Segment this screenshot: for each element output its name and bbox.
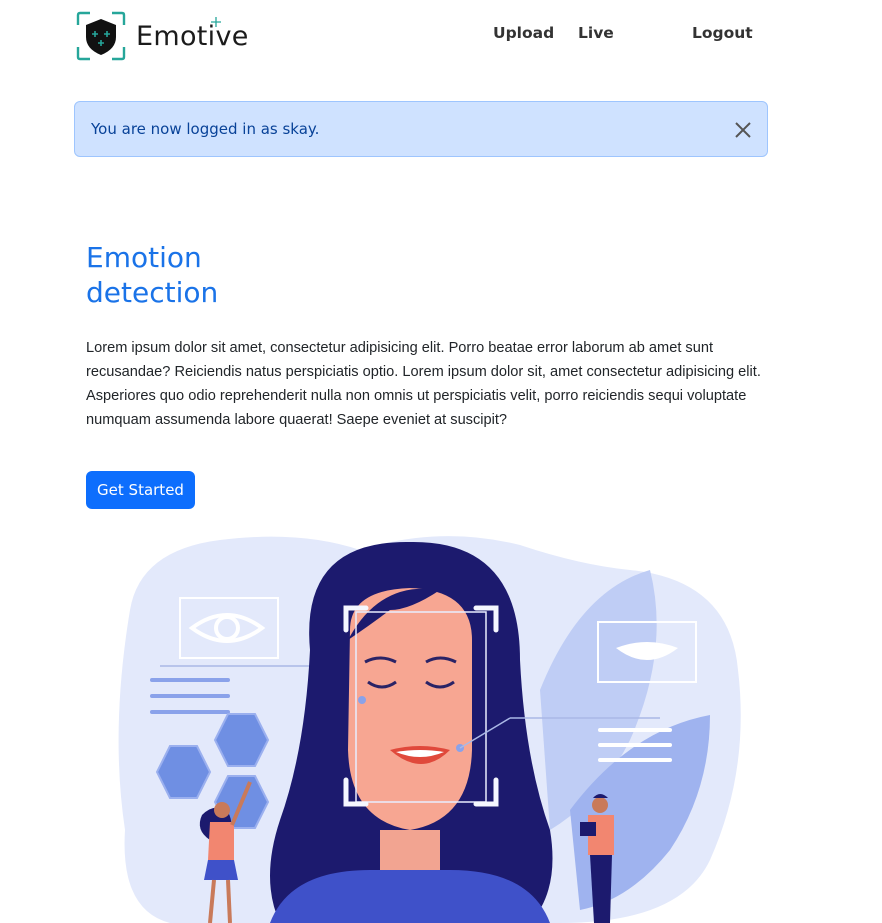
- nav-logout[interactable]: Logout: [692, 24, 753, 42]
- navbar: Emotive Upload Live Logout: [0, 0, 882, 70]
- hero-title-line2: detection: [86, 276, 219, 309]
- brand-link[interactable]: Emotive: [76, 11, 249, 61]
- close-icon[interactable]: [733, 120, 753, 140]
- nav-upload[interactable]: Upload: [493, 24, 554, 42]
- alert-message: You are now logged in as skay.: [91, 120, 320, 138]
- brand-name: Emotive: [136, 20, 249, 52]
- hero-title: Emotion detection: [86, 240, 386, 310]
- get-started-button[interactable]: Get Started: [86, 471, 195, 509]
- face-recognition-illustration: [118, 536, 741, 923]
- sparkle-icon: [211, 17, 221, 27]
- nav-live[interactable]: Live: [578, 24, 614, 42]
- hero-title-line1: Emotion: [86, 241, 202, 274]
- login-alert: You are now logged in as skay.: [74, 101, 768, 157]
- shield-logo-icon: [76, 11, 126, 61]
- hero-description: Lorem ipsum dolor sit amet, consectetur …: [86, 340, 761, 428]
